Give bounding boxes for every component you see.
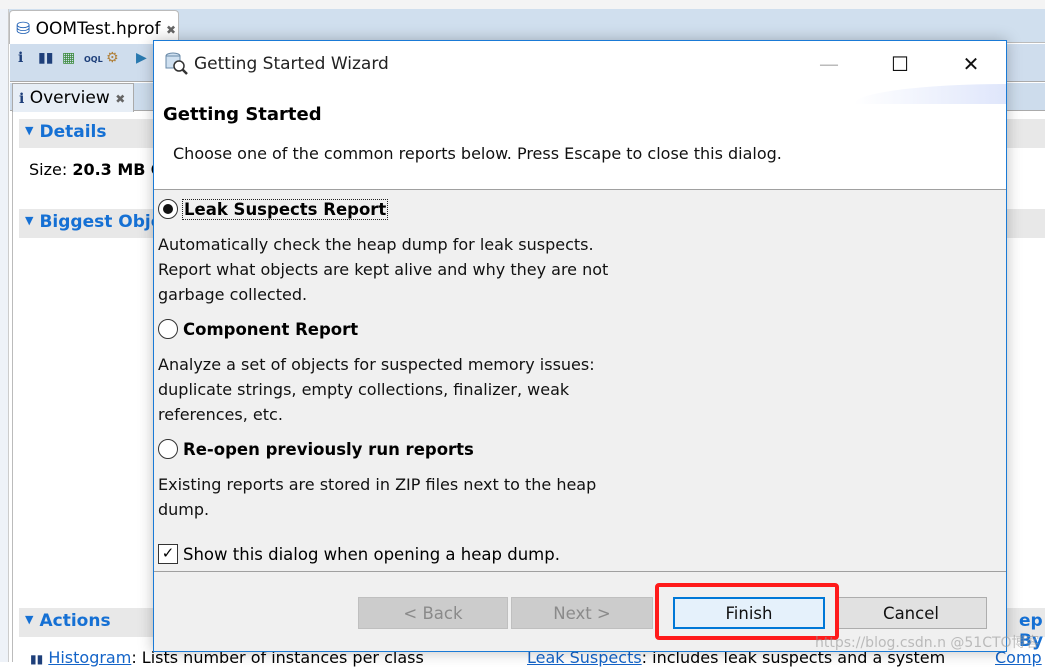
top-strip [0,0,1045,9]
header-banner-graphic [854,84,1006,104]
size-label: Size: [29,160,68,179]
size-info: Size: 20.3 MB C [29,160,162,179]
page-title: Getting Started [163,104,322,125]
leak-suspects-description: Automatically check the heap dump for le… [158,235,609,304]
back-button[interactable]: < Back [358,597,508,629]
show-dialog-checkbox[interactable]: ✓ Show this dialog when opening a heap du… [158,544,560,564]
radio-selected[interactable] [158,199,178,219]
leak-suspects-radio[interactable]: Leak Suspects Report [158,198,389,220]
editor-tab-label: OOMTest.hprof [35,19,161,39]
reports-icon[interactable]: ⚙ [106,50,119,66]
histogram-icon: ▮▮ [30,652,44,666]
histogram-icon[interactable]: ▮▮ [38,50,53,66]
finish-highlight-box [655,583,839,640]
option-label: Leak Suspects Report [181,198,389,220]
info-icon[interactable]: i [18,50,23,66]
query-browser-icon[interactable]: ▶ [136,50,147,66]
close-icon[interactable]: ✖ [166,23,176,37]
heap-analyzer-icon [165,52,188,75]
tab-overview[interactable]: i Overview ✖ [12,83,134,112]
collapse-triangle-icon: ▼ [25,214,34,227]
size-value: 20.3 MB [72,160,146,179]
info-icon: i [19,91,25,107]
checkmark-icon[interactable]: ✓ [158,544,178,564]
component-report-radio[interactable]: Component Report [158,319,358,339]
dialog-header: Getting Started Wizard — ☐ ✕ Getting Sta… [154,41,1006,190]
dialog-title: Getting Started Wizard [194,54,389,74]
reopen-reports-description: Existing reports are stored in ZIP files… [158,475,597,519]
reopen-reports-radio[interactable]: Re-open previously run reports [158,439,474,459]
histogram-link[interactable]: Histogram [48,648,131,667]
left-gutter [0,9,9,662]
option-label: Component Report [183,319,359,339]
details-heading: Details [39,122,107,142]
dominator-tree-icon[interactable]: ▦ [62,50,75,66]
close-icon[interactable]: ✖ [115,92,125,106]
collapse-triangle-icon: ▼ [25,124,34,137]
close-button[interactable]: ✕ [948,49,994,79]
getting-started-wizard-dialog: Getting Started Wizard — ☐ ✕ Getting Sta… [153,40,1007,652]
button-separator [154,571,1006,572]
option-label: Re-open previously run reports [183,439,474,459]
show-dialog-label: Show this dialog when opening a heap dum… [183,544,560,564]
component-report-description: Analyze a set of objects for suspected m… [158,355,595,424]
radio-unselected[interactable] [158,319,178,339]
maximize-button[interactable]: ☐ [877,49,923,79]
collapse-triangle-icon: ▼ [25,613,34,626]
radio-unselected[interactable] [158,439,178,459]
heap-dump-icon: ⛁ [16,19,31,39]
next-button[interactable]: Next > [511,597,653,629]
minimize-button[interactable]: — [806,49,852,79]
tab-label: Overview [29,88,110,108]
cancel-button[interactable]: Cancel [835,597,987,629]
oql-icon[interactable]: OQL [84,55,103,64]
watermark: https://blog.csdn.n @51CTO博客 [815,635,1040,651]
page-description: Choose one of the common reports below. … [173,144,782,163]
actions-heading: Actions [39,611,111,631]
editor-tab-oomtest[interactable]: ⛁ OOMTest.hprof ✖ [9,10,179,44]
